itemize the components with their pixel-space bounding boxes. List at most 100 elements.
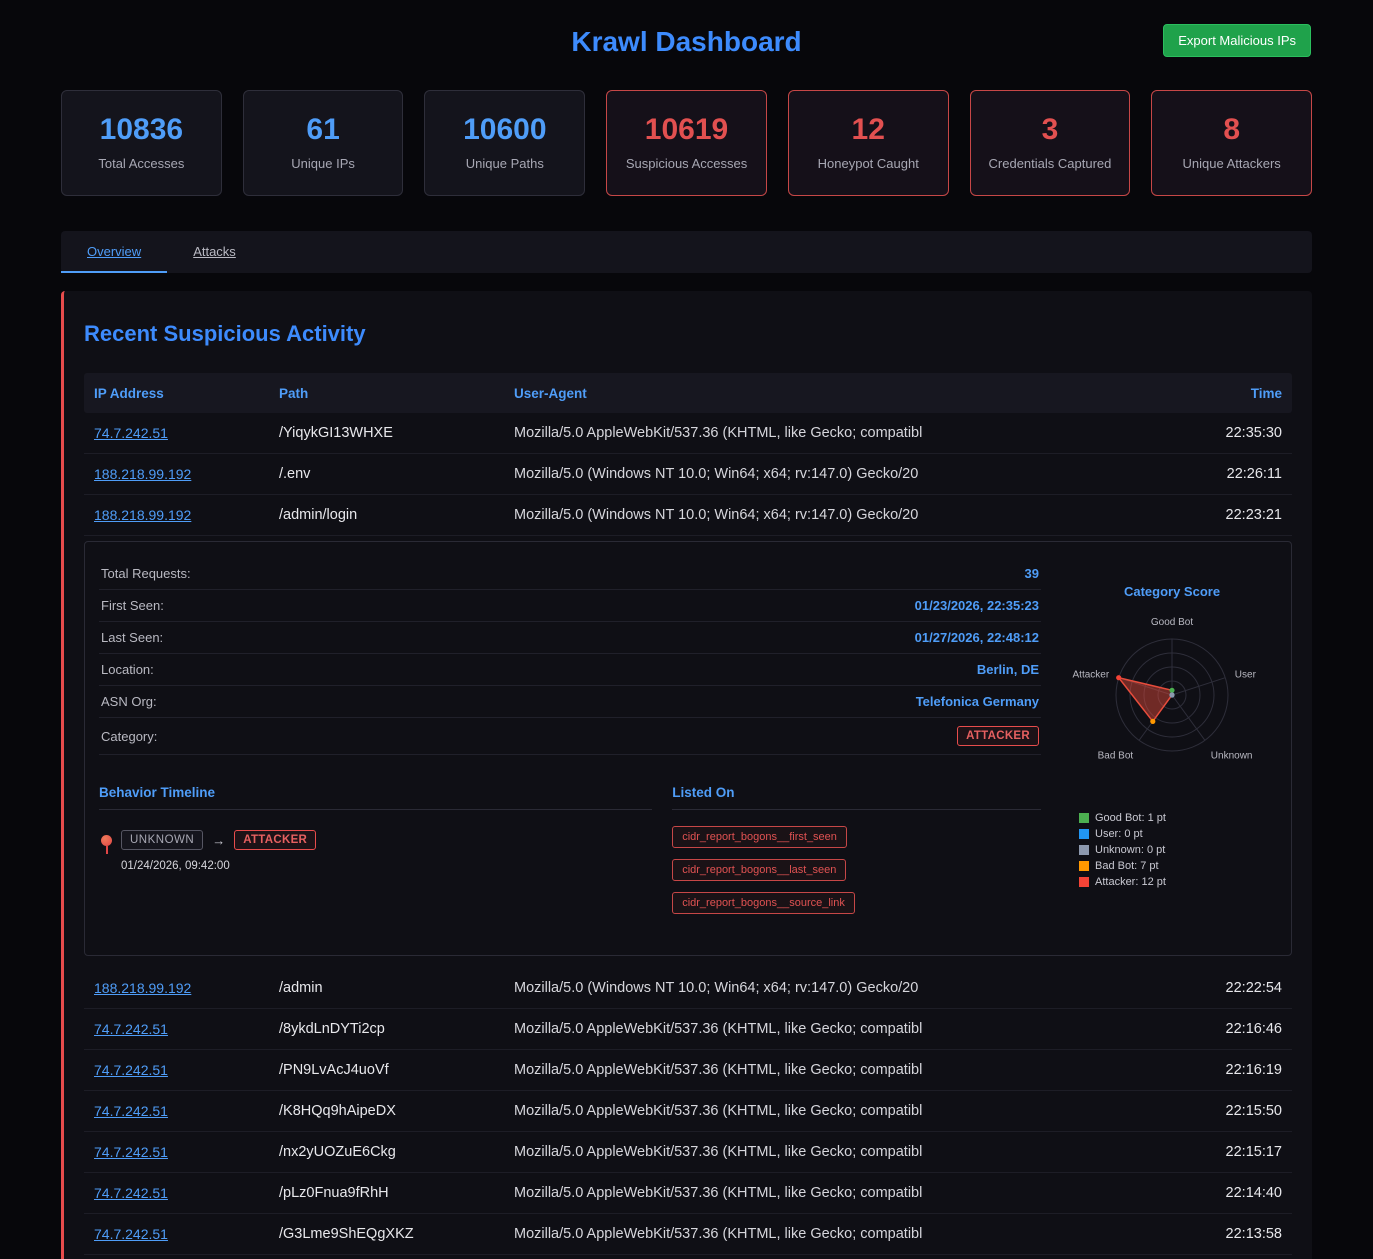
legend-text: Bad Bot: 7 pt xyxy=(1095,860,1159,872)
table-rows-after: 188.218.99.192 /admin Mozilla/5.0 (Windo… xyxy=(84,968,1292,1255)
dashboard-root: Krawl Dashboard Export Malicious IPs 108… xyxy=(0,0,1373,1259)
stat-card-unique-paths: 10600 Unique Paths xyxy=(424,90,585,196)
path-cell: /K8HQq9hAipeDX xyxy=(279,1103,514,1119)
info-value: 01/23/2026, 22:35:23 xyxy=(915,598,1039,613)
table-row[interactable]: 188.218.99.192 /.env Mozilla/5.0 (Window… xyxy=(84,454,1292,495)
table-row[interactable]: 74.7.242.51 /pLz0Fnua9fRhH Mozilla/5.0 A… xyxy=(84,1173,1292,1214)
legend-item: Bad Bot: 7 pt xyxy=(1079,860,1277,872)
stat-value: 10619 xyxy=(615,113,758,147)
table-row[interactable]: 74.7.242.51 /PN9LvAcJ4uoVf Mozilla/5.0 A… xyxy=(84,1050,1292,1091)
stat-value: 61 xyxy=(252,113,395,147)
info-row: Total Requests: 39 xyxy=(99,558,1041,590)
column-header-time: Time xyxy=(1162,386,1282,401)
time-cell: 22:35:30 xyxy=(1162,425,1282,441)
table-row[interactable]: 74.7.242.51 /G3Lme9ShEQgXKZ Mozilla/5.0 … xyxy=(84,1214,1292,1255)
time-cell: 22:22:54 xyxy=(1162,980,1282,996)
info-row: ASN Org: Telefonica Germany xyxy=(99,686,1041,718)
svg-text:Unknown: Unknown xyxy=(1211,750,1253,761)
user-agent-cell: Mozilla/5.0 AppleWebKit/537.36 (KHTML, l… xyxy=(514,1062,1162,1078)
ip-address-link[interactable]: 74.7.242.51 xyxy=(94,1021,168,1037)
timeline-date: 01/24/2026, 09:42:00 xyxy=(121,860,652,872)
user-agent-cell: Mozilla/5.0 AppleWebKit/537.36 (KHTML, l… xyxy=(514,1021,1162,1037)
stat-value: 8 xyxy=(1160,113,1303,147)
stat-card-unique-ips: 61 Unique IPs xyxy=(243,90,404,196)
legend-swatch-icon xyxy=(1079,877,1089,887)
tab-overview[interactable]: Overview xyxy=(61,231,167,273)
stat-label: Unique Paths xyxy=(433,156,576,171)
timeline-pin-icon xyxy=(101,835,112,846)
stat-value: 12 xyxy=(797,113,940,147)
path-cell: /admin xyxy=(279,980,514,996)
listed-on-badge[interactable]: cidr_report_bogons__first_seen xyxy=(672,826,847,848)
legend-swatch-icon xyxy=(1079,829,1089,839)
legend-text: Attacker: 12 pt xyxy=(1095,876,1166,888)
info-row-category: Category: ATTACKER xyxy=(99,718,1041,755)
time-cell: 22:15:17 xyxy=(1162,1144,1282,1160)
stat-label: Suspicious Accesses xyxy=(615,156,758,171)
tab-attacks[interactable]: Attacks xyxy=(167,231,262,273)
info-row: First Seen: 01/23/2026, 22:35:23 xyxy=(99,590,1041,622)
behavior-timeline-title: Behavior Timeline xyxy=(99,785,652,810)
radar-chart: Good BotUserUnknownBad BotAttacker xyxy=(1067,603,1277,793)
stat-label: Total Accesses xyxy=(70,156,213,171)
table-row[interactable]: 74.7.242.51 /8ykdLnDYTi2cp Mozilla/5.0 A… xyxy=(84,1009,1292,1050)
path-cell: /YiqykGI13WHXE xyxy=(279,425,514,441)
ip-address-link[interactable]: 74.7.242.51 xyxy=(94,1226,168,1242)
listed-on-badge[interactable]: cidr_report_bogons__source_link xyxy=(672,892,855,914)
detail-sub-sections: Behavior Timeline UNKNOWN → ATTACKER 01/… xyxy=(99,785,1041,925)
path-cell: /8ykdLnDYTi2cp xyxy=(279,1021,514,1037)
table-row[interactable]: 74.7.242.51 /YiqykGI13WHXE Mozilla/5.0 A… xyxy=(84,413,1292,454)
column-header-path: Path xyxy=(279,386,514,401)
timeline-line: UNKNOWN → ATTACKER xyxy=(101,830,652,850)
table-row[interactable]: 188.218.99.192 /admin/login Mozilla/5.0 … xyxy=(84,495,1292,536)
legend-item: Attacker: 12 pt xyxy=(1079,876,1277,888)
info-value: 01/27/2026, 22:48:12 xyxy=(915,630,1039,645)
time-cell: 22:16:19 xyxy=(1162,1062,1282,1078)
stat-label: Honeypot Caught xyxy=(797,156,940,171)
ip-address-link[interactable]: 188.218.99.192 xyxy=(94,507,191,523)
stat-card-honeypot-caught: 12 Honeypot Caught xyxy=(788,90,949,196)
info-value: Telefonica Germany xyxy=(916,694,1039,709)
time-cell: 22:14:40 xyxy=(1162,1185,1282,1201)
tabs-bar: OverviewAttacks xyxy=(61,231,1312,273)
timeline-entry: UNKNOWN → ATTACKER 01/24/2026, 09:42:00 xyxy=(99,830,652,872)
category-label: Category: xyxy=(101,729,157,744)
info-row: Last Seen: 01/27/2026, 22:48:12 xyxy=(99,622,1041,654)
table-row[interactable]: 74.7.242.51 /nx2yUOZuE6Ckg Mozilla/5.0 A… xyxy=(84,1132,1292,1173)
stat-value: 10836 xyxy=(70,113,213,147)
user-agent-cell: Mozilla/5.0 AppleWebKit/537.36 (KHTML, l… xyxy=(514,1144,1162,1160)
user-agent-cell: Mozilla/5.0 (Windows NT 10.0; Win64; x64… xyxy=(514,466,1162,482)
info-label: Last Seen: xyxy=(101,630,163,645)
listed-on-badges: cidr_report_bogons__first_seen cidr_repor… xyxy=(672,826,1041,925)
stat-card-unique-attackers: 8 Unique Attackers xyxy=(1151,90,1312,196)
export-malicious-ips-button[interactable]: Export Malicious IPs xyxy=(1163,24,1311,57)
table-row[interactable]: 74.7.242.51 /K8HQq9hAipeDX Mozilla/5.0 A… xyxy=(84,1091,1292,1132)
ip-address-link[interactable]: 74.7.242.51 xyxy=(94,1185,168,1201)
info-value: 39 xyxy=(1025,566,1039,581)
ip-address-link[interactable]: 74.7.242.51 xyxy=(94,1103,168,1119)
user-agent-cell: Mozilla/5.0 AppleWebKit/537.36 (KHTML, l… xyxy=(514,425,1162,441)
stat-value: 3 xyxy=(979,113,1122,147)
radar-chart-title: Category Score xyxy=(1067,584,1277,599)
ip-address-link[interactable]: 188.218.99.192 xyxy=(94,980,191,996)
legend-swatch-icon xyxy=(1079,845,1089,855)
user-agent-cell: Mozilla/5.0 AppleWebKit/537.36 (KHTML, l… xyxy=(514,1185,1162,1201)
ip-address-link[interactable]: 188.218.99.192 xyxy=(94,466,191,482)
ip-detail-info: Total Requests: 39First Seen: 01/23/2026… xyxy=(99,558,1041,925)
listed-on-badge[interactable]: cidr_report_bogons__last_seen xyxy=(672,859,846,881)
info-label: Location: xyxy=(101,662,154,677)
path-cell: /nx2yUOZuE6Ckg xyxy=(279,1144,514,1160)
ip-address-link[interactable]: 74.7.242.51 xyxy=(94,425,168,441)
page-title: Krawl Dashboard xyxy=(61,26,1312,58)
svg-text:Attacker: Attacker xyxy=(1073,670,1110,681)
info-label: Total Requests: xyxy=(101,566,191,581)
stats-row: 10836 Total Accesses 61 Unique IPs10600 U… xyxy=(61,90,1312,196)
table-row[interactable]: 188.218.99.192 /admin Mozilla/5.0 (Windo… xyxy=(84,968,1292,1009)
user-agent-cell: Mozilla/5.0 AppleWebKit/537.36 (KHTML, l… xyxy=(514,1226,1162,1242)
ip-address-link[interactable]: 74.7.242.51 xyxy=(94,1062,168,1078)
table-header: IP AddressPathUser-AgentTime xyxy=(84,373,1292,413)
timeline-from-badge: UNKNOWN xyxy=(121,830,203,850)
ip-address-link[interactable]: 74.7.242.51 xyxy=(94,1144,168,1160)
info-label: First Seen: xyxy=(101,598,164,613)
stat-label: Unique Attackers xyxy=(1160,156,1303,171)
